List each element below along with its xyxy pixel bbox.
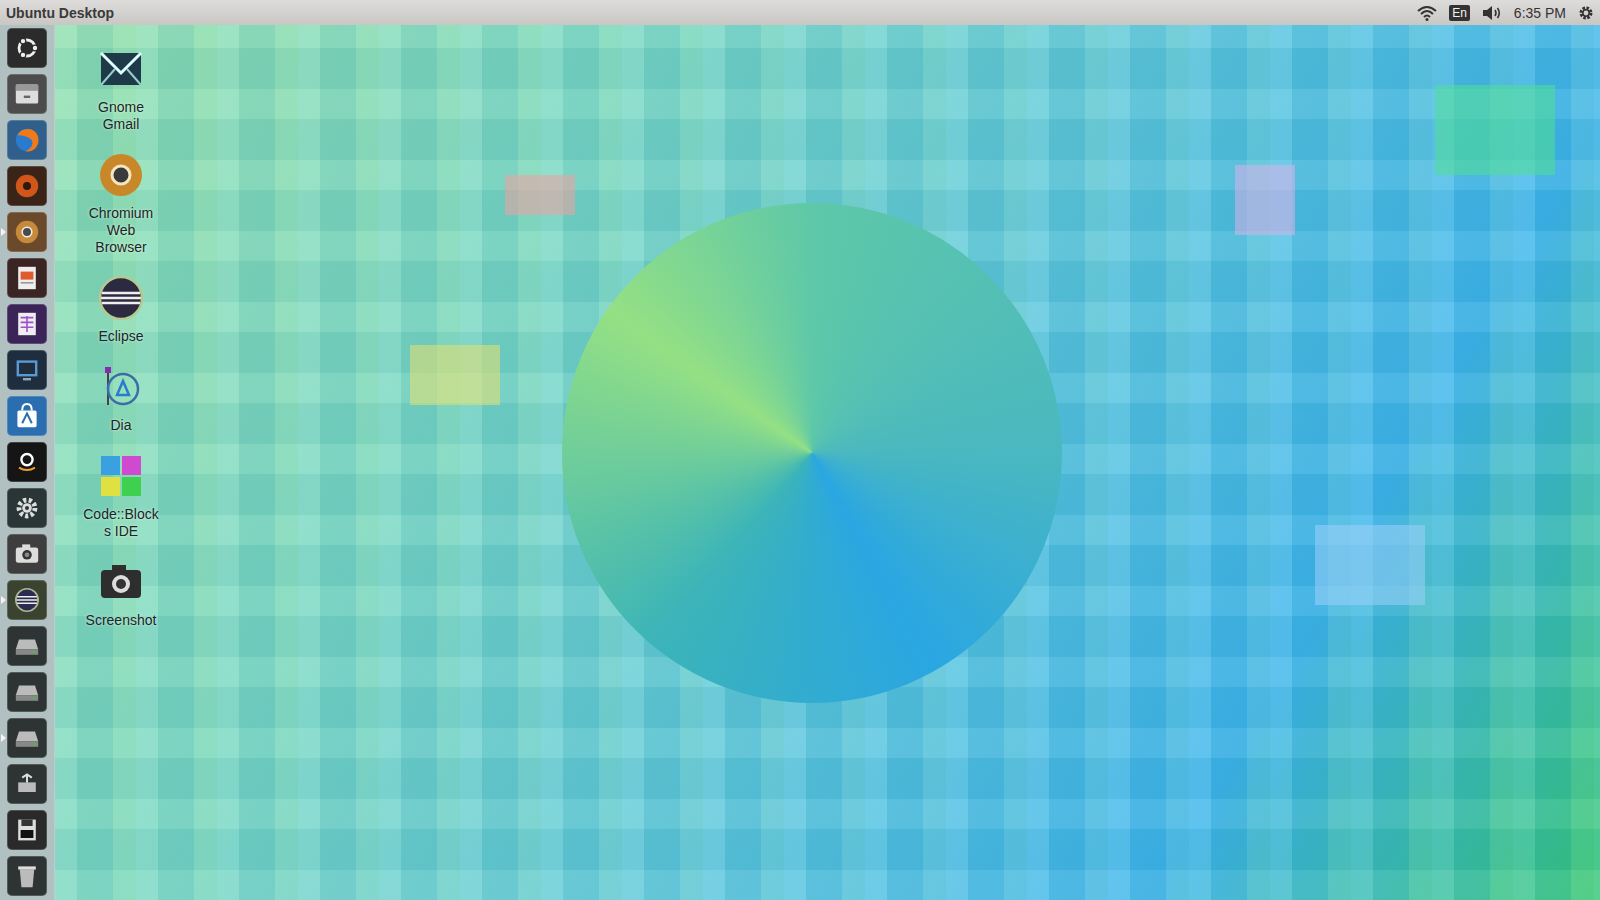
desktop-icon-label: Code::Blocks IDE [81, 506, 161, 540]
launcher-item[interactable] [0, 255, 54, 301]
desktop-screen: Ubuntu Desktop En 6:35 PM Gnome Gmail Chromi… [0, 0, 1600, 900]
wallpaper-block [1315, 525, 1425, 605]
disk-icon [11, 814, 43, 846]
chromium-icon [97, 151, 145, 199]
launcher-item[interactable] [0, 209, 54, 255]
system-tray: En 6:35 PM [1417, 5, 1594, 21]
calc-icon [11, 308, 43, 340]
desktop-icon[interactable]: Eclipse [71, 274, 171, 345]
launcher-item[interactable] [0, 71, 54, 117]
launcher-item[interactable] [0, 439, 54, 485]
power-gear-icon[interactable] [1578, 5, 1594, 21]
launcher-item[interactable] [0, 25, 54, 71]
chromium-icon [11, 216, 43, 248]
desktop-icon[interactable]: Chromium Web Browser [71, 151, 171, 256]
running-indicator [1, 734, 6, 742]
wifi-icon[interactable] [1417, 5, 1437, 21]
drive-icon [11, 722, 43, 754]
launcher-item[interactable] [0, 715, 54, 761]
desktop-icon-label: Gnome Gmail [81, 99, 161, 133]
launcher-item[interactable] [0, 347, 54, 393]
wallpaper-block [410, 345, 500, 405]
desktop-icon-label: Dia [81, 417, 161, 434]
desktop-icon[interactable]: Gnome Gmail [71, 45, 171, 133]
launcher-item[interactable] [0, 117, 54, 163]
launcher-item[interactable] [0, 761, 54, 807]
desktop-icon-label: Eclipse [81, 328, 161, 345]
settings-icon [11, 492, 43, 524]
usb-drive-icon [11, 768, 43, 800]
media-player-icon [11, 170, 43, 202]
trash-icon [11, 860, 43, 892]
wallpaper-block [1435, 85, 1555, 175]
writer-icon [11, 354, 43, 386]
running-indicator [1, 228, 6, 236]
desktop-icon-label: Screenshot [81, 612, 161, 629]
desktop-icon[interactable]: Dia [71, 363, 171, 434]
launcher-item[interactable] [0, 163, 54, 209]
amazon-icon [11, 446, 43, 478]
dia-icon [97, 363, 145, 411]
dash-icon [11, 32, 43, 64]
running-indicator [1, 596, 6, 604]
desktop-area: Gnome Gmail Chromium Web Browser Eclipse Di… [55, 25, 1600, 900]
camera-icon [11, 538, 43, 570]
desktop-icon-label: Chromium Web Browser [81, 205, 161, 256]
desktop-icons: Gnome Gmail Chromium Web Browser Eclipse Di… [55, 25, 171, 629]
desktop-icon[interactable]: Screenshot [71, 558, 171, 629]
launcher-item[interactable] [0, 669, 54, 715]
launcher-item[interactable] [0, 853, 54, 899]
gmail-icon [97, 45, 145, 93]
drive-icon [11, 630, 43, 662]
launcher-item[interactable] [0, 485, 54, 531]
presentation-icon [11, 262, 43, 294]
volume-icon[interactable] [1482, 5, 1502, 21]
wallpaper-circle [562, 203, 1062, 703]
wallpaper-block [505, 175, 575, 215]
firefox-icon [11, 124, 43, 156]
window-title: Ubuntu Desktop [6, 5, 114, 21]
codeblocks-icon [97, 452, 145, 500]
launcher [0, 25, 55, 900]
wallpaper-block [1235, 165, 1295, 235]
camera-icon [97, 558, 145, 606]
launcher-item[interactable] [0, 393, 54, 439]
top-panel: Ubuntu Desktop En 6:35 PM [0, 0, 1600, 25]
launcher-item[interactable] [0, 623, 54, 669]
launcher-item[interactable] [0, 577, 54, 623]
software-center-icon [11, 400, 43, 432]
drive-icon [11, 676, 43, 708]
keyboard-layout-indicator[interactable]: En [1449, 5, 1470, 21]
launcher-item[interactable] [0, 301, 54, 347]
launcher-item[interactable] [0, 807, 54, 853]
files-icon [11, 78, 43, 110]
eclipse-icon [97, 274, 145, 322]
launcher-item[interactable] [0, 531, 54, 577]
clock[interactable]: 6:35 PM [1514, 5, 1566, 21]
desktop-icon[interactable]: Code::Blocks IDE [71, 452, 171, 540]
eclipse-icon [11, 584, 43, 616]
